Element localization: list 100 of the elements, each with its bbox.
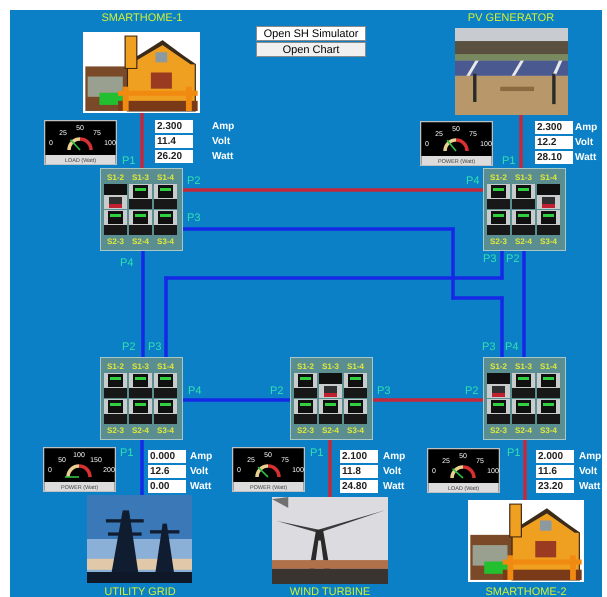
caption-bar xyxy=(234,482,304,491)
action-button[interactable]: Open Chart xyxy=(256,42,366,57)
gauge-needle xyxy=(257,466,269,478)
unit-label: Amp xyxy=(575,121,598,134)
switch-label: S1-3 xyxy=(514,173,533,182)
port-label: P4 xyxy=(188,385,202,397)
gauge-scale-arc xyxy=(443,138,469,152)
reading-value: 2.100 xyxy=(340,450,378,463)
breaker-switch[interactable] xyxy=(344,399,367,424)
breaker-switch[interactable] xyxy=(154,210,177,235)
switch-label: S2-3 xyxy=(106,426,125,435)
unit-label: Amp xyxy=(579,450,602,463)
breaker-switch[interactable] xyxy=(129,184,152,209)
switch-label: S2-3 xyxy=(296,426,315,435)
breaker-switch[interactable] xyxy=(319,399,342,424)
gauge-scale-arc xyxy=(67,137,93,150)
caption-bar xyxy=(422,156,492,165)
breaker-switch[interactable] xyxy=(104,184,127,209)
reading-value: 2.300 xyxy=(155,120,193,133)
breaker-switch[interactable] xyxy=(537,184,560,209)
gauge-scale-arc xyxy=(255,464,281,478)
breaker-switch[interactable] xyxy=(154,373,177,398)
unit-label: Volt xyxy=(579,465,598,478)
unit-label: Amp xyxy=(383,450,406,463)
gauge-needle xyxy=(446,140,457,152)
action-button[interactable]: Open SH Simulator xyxy=(256,26,366,41)
breaker-switch[interactable] xyxy=(537,210,560,235)
breaker-switch[interactable] xyxy=(487,210,510,235)
port-label: P4 xyxy=(505,341,518,353)
reading-value: 12.6 xyxy=(148,465,186,478)
gauge-needle xyxy=(65,476,79,478)
breaker-switch[interactable] xyxy=(104,210,127,235)
breaker-switch[interactable] xyxy=(537,373,560,398)
unit-label: Amp xyxy=(212,120,234,133)
breaker-switch[interactable] xyxy=(294,373,317,398)
reading-value: 11.8 xyxy=(340,465,378,478)
reading-value: 0.000 xyxy=(148,450,186,463)
switch-label: S3-4 xyxy=(539,237,558,246)
breaker-switch[interactable] xyxy=(129,399,152,424)
unit-label: Volt xyxy=(575,136,594,149)
switch-label: S2-4 xyxy=(131,237,150,246)
caption-bar xyxy=(44,482,114,491)
port-label: P4 xyxy=(120,257,134,269)
site-title: WIND TURBINE xyxy=(288,586,372,597)
port-label: P2 xyxy=(187,175,200,187)
breaker-switch[interactable] xyxy=(487,399,510,424)
breaker-switch[interactable] xyxy=(487,184,510,209)
port-label: P2 xyxy=(270,385,284,397)
switch-label: S2-3 xyxy=(489,426,508,435)
unit-label: Volt xyxy=(383,465,402,478)
port-label: P1 xyxy=(502,155,516,167)
switch-label: S1-4 xyxy=(156,362,175,371)
switch-label: S1-4 xyxy=(156,173,175,182)
caption-bar xyxy=(428,483,498,492)
breaker-switch[interactable] xyxy=(319,373,342,398)
site-title: SMARTHOME-2 xyxy=(484,586,568,597)
breaker-switch[interactable] xyxy=(104,373,127,398)
breaker-switch[interactable] xyxy=(154,184,177,209)
switch-label: S2-4 xyxy=(514,237,533,246)
reading-value: 11.6 xyxy=(536,465,574,478)
gauge-needle xyxy=(452,468,464,479)
switch-label: S3-4 xyxy=(156,237,175,246)
breaker-switch[interactable] xyxy=(512,373,535,398)
breaker-switch[interactable] xyxy=(154,399,177,424)
switch-label: S1-2 xyxy=(489,362,508,371)
port-label: P4 xyxy=(466,175,480,187)
switch-label: S1-3 xyxy=(131,173,150,182)
unit-label: Watt xyxy=(579,480,600,493)
unit-label: Watt xyxy=(212,150,234,163)
port-label: P3 xyxy=(377,385,390,397)
site-title: UTILITY GRID xyxy=(103,586,177,597)
breaker-switch[interactable] xyxy=(512,399,535,424)
port-label: P3 xyxy=(482,341,496,353)
breaker-switch[interactable] xyxy=(129,210,152,235)
breaker-switch[interactable] xyxy=(129,373,152,398)
port-label: P1 xyxy=(310,447,324,459)
unit-label: Watt xyxy=(190,480,212,493)
switch-label: S1-3 xyxy=(321,362,340,371)
breaker-switch[interactable] xyxy=(512,184,535,209)
breaker-switch[interactable] xyxy=(104,399,127,424)
reading-value: 12.2 xyxy=(535,136,573,149)
breaker-switch[interactable] xyxy=(512,210,535,235)
breaker-switch[interactable] xyxy=(537,399,560,424)
unit-label: Volt xyxy=(212,135,230,148)
site-title: PV GENERATOR xyxy=(466,12,556,24)
switch-label: S1-4 xyxy=(539,173,558,182)
switch-label: S3-4 xyxy=(156,426,175,435)
switch-label: S1-3 xyxy=(131,362,150,371)
breaker-switch[interactable] xyxy=(294,399,317,424)
unit-label: Volt xyxy=(190,465,208,478)
switch-label: S2-3 xyxy=(489,237,508,246)
switch-label: S3-4 xyxy=(346,426,365,435)
breaker-switch[interactable] xyxy=(344,373,367,398)
port-label: P3 xyxy=(187,212,200,224)
switch-label: S2-4 xyxy=(131,426,150,435)
reading-value: 2.000 xyxy=(536,450,574,463)
switch-label: S1-2 xyxy=(106,362,125,371)
gauge-scale-arc xyxy=(66,464,92,478)
switch-label: S2-3 xyxy=(106,237,125,246)
breaker-switch[interactable] xyxy=(487,373,510,398)
